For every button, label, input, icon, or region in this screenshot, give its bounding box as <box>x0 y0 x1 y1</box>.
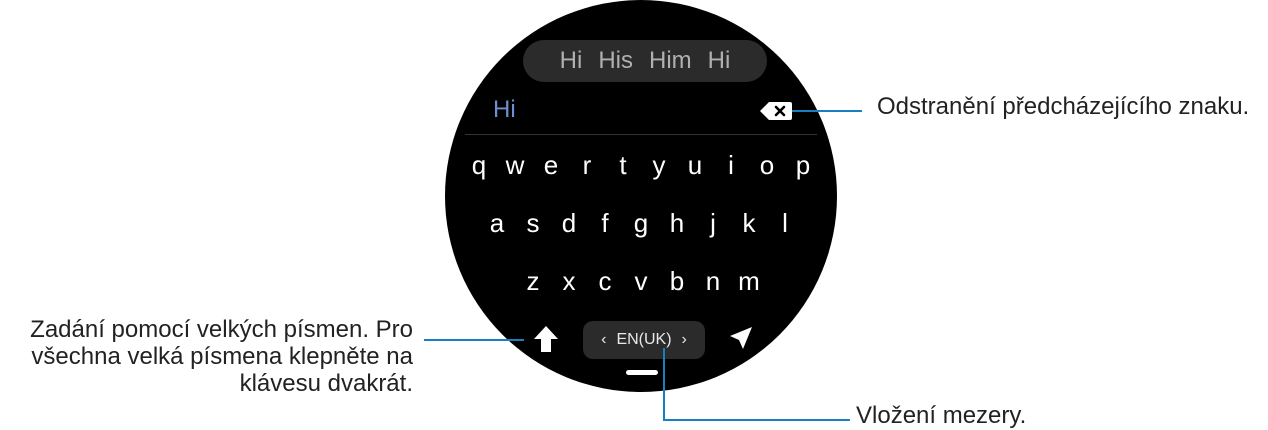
callout-caps-line-3: klávesu dvakrát. <box>239 370 413 397</box>
callout-caps-text: Zadání pomocí velkých písmen. Pro všechn… <box>0 316 413 397</box>
callout-caps-line-2: všechna velká písmena klepněte na <box>31 343 413 370</box>
callout-caps-line-1: Zadání pomocí velkých písmen. Pro <box>30 316 413 343</box>
callout-space-text: Vložení mezery. <box>856 402 1027 429</box>
callout-line-space <box>663 348 850 421</box>
callout-delete-text: Odstranění předcházejícího znaku. <box>877 93 1250 120</box>
